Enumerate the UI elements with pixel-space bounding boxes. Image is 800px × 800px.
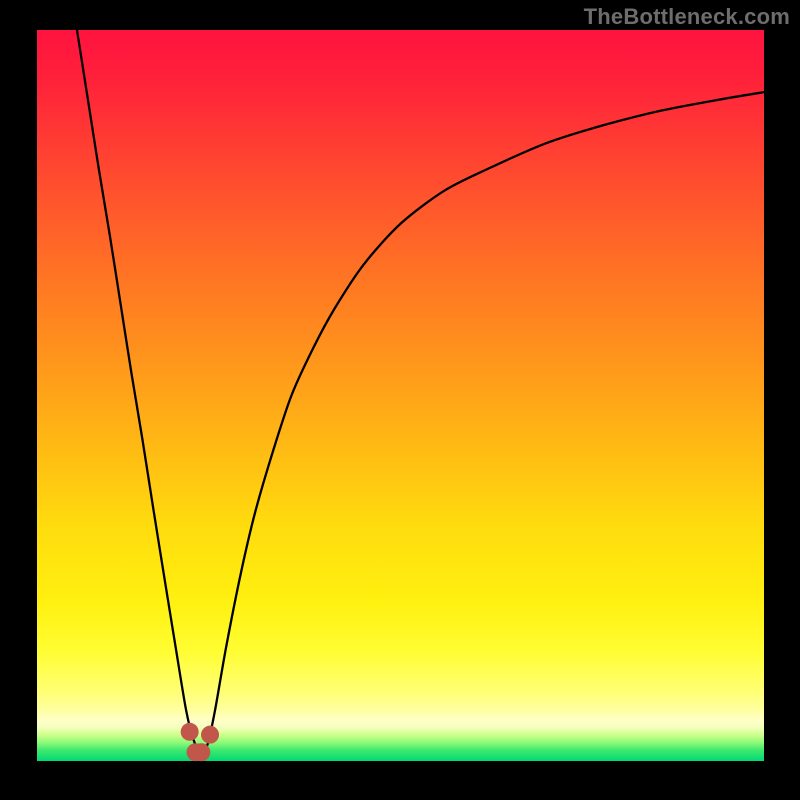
minimum-dot <box>181 723 199 741</box>
watermark-text: TheBottleneck.com <box>584 4 790 30</box>
plot-background <box>37 30 764 761</box>
minimum-dot <box>201 726 219 744</box>
bottleneck-chart <box>0 0 800 800</box>
minimum-dot <box>192 743 210 761</box>
